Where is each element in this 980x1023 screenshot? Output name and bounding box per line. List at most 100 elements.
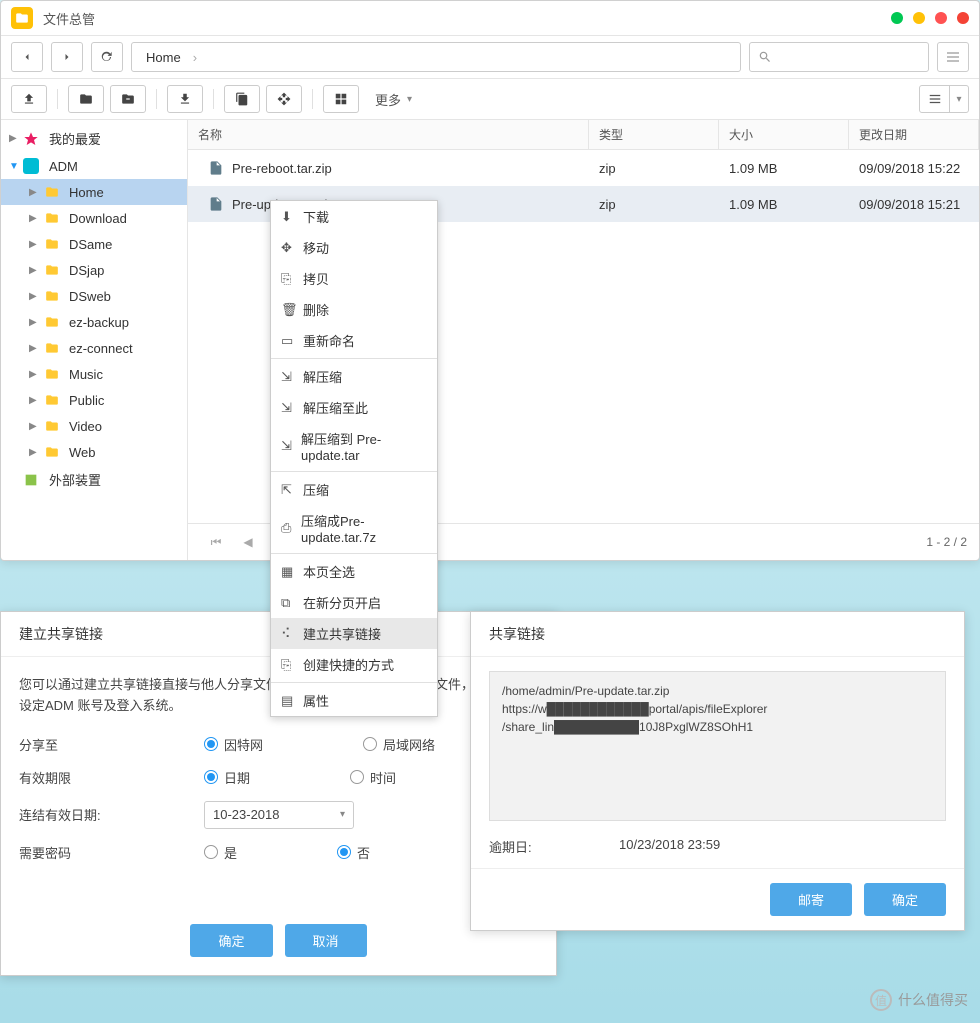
sidebar-item-web[interactable]: ▶Web: [1, 439, 187, 465]
separator: [213, 89, 214, 109]
chevron-down-icon[interactable]: ▾: [950, 94, 968, 105]
list-view-icon[interactable]: [920, 85, 950, 113]
date-select[interactable]: 10-23-2018 ▾: [204, 801, 354, 829]
col-name[interactable]: 名称: [188, 120, 589, 149]
col-type[interactable]: 类型: [589, 120, 719, 149]
watermark-icon: 值: [870, 989, 892, 1011]
sidebar-item-dsweb[interactable]: ▶DSweb: [1, 283, 187, 309]
separator: [271, 553, 437, 554]
minimize-dot[interactable]: [891, 12, 903, 24]
properties-icon: ▤: [281, 693, 303, 709]
compress-icon: ⎙: [281, 520, 301, 536]
more-button[interactable]: 更多 ▾: [365, 85, 422, 113]
sidebar-adm[interactable]: ▼ ADM: [1, 153, 187, 179]
menu-rename[interactable]: ▭重新命名: [271, 325, 437, 356]
collapse-arrow[interactable]: ▼: [9, 161, 19, 172]
prev-page-button[interactable]: ◀: [236, 530, 260, 554]
trash-icon: 🗑: [281, 302, 303, 318]
select-all-icon: ▦: [281, 564, 303, 580]
menu-copy[interactable]: ⎘拷贝: [271, 263, 437, 294]
sidebar-item-ezconnect[interactable]: ▶ez-connect: [1, 335, 187, 361]
sidebar-item-home[interactable]: ▶ Home: [1, 179, 187, 205]
download-icon: ⬇: [281, 209, 303, 225]
rename-icon: ▭: [281, 333, 303, 349]
sidebar-external[interactable]: 外部装置: [1, 465, 187, 494]
col-size[interactable]: 大小: [719, 120, 849, 149]
radio-yes[interactable]: 是: [204, 843, 237, 862]
extract-icon: ⇲: [281, 438, 301, 454]
copy-icon: ⎘: [281, 271, 303, 287]
menu-compress-to[interactable]: ⎙压缩成Pre-update.tar.7z: [271, 505, 437, 551]
compress-icon: ⇱: [281, 482, 303, 498]
delete-folder-button[interactable]: [110, 85, 146, 113]
col-date[interactable]: 更改日期: [849, 120, 979, 149]
upload-button[interactable]: [11, 85, 47, 113]
extract-icon: ⇲: [281, 369, 303, 385]
breadcrumb-item[interactable]: Home: [140, 50, 187, 65]
new-folder-button[interactable]: [68, 85, 104, 113]
separator: [271, 682, 437, 683]
expand-arrow[interactable]: ▶: [9, 133, 19, 144]
ok-button[interactable]: 确定: [190, 924, 272, 957]
download-button[interactable]: [167, 85, 203, 113]
sidebar-item-music[interactable]: ▶Music: [1, 361, 187, 387]
view-mode-select[interactable]: ▾: [919, 85, 969, 113]
maximize-dot[interactable]: [913, 12, 925, 24]
menu-delete[interactable]: 🗑删除: [271, 294, 437, 325]
copy-button[interactable]: [224, 85, 260, 113]
menu-extract-here[interactable]: ⇲解压缩至此: [271, 392, 437, 423]
watermark: 值 什么值得买: [870, 989, 968, 1011]
menu-extract-to[interactable]: ⇲解压缩到 Pre-update.tar: [271, 423, 437, 469]
sidebar-favorites[interactable]: ▶ 我的最爱: [1, 124, 187, 153]
sidebar-item-public[interactable]: ▶Public: [1, 387, 187, 413]
separator: [312, 89, 313, 109]
radio-time[interactable]: 时间: [350, 768, 396, 787]
ok-button[interactable]: 确定: [864, 883, 946, 916]
title-bar: 文件总管: [1, 1, 979, 36]
separator: [271, 358, 437, 359]
menu-move[interactable]: ✥移动: [271, 232, 437, 263]
forward-button[interactable]: [51, 42, 83, 72]
file-header: 名称 类型 大小 更改日期: [188, 120, 979, 150]
settings-button[interactable]: [937, 42, 969, 72]
sidebar-item-download[interactable]: ▶Download: [1, 205, 187, 231]
link-textarea[interactable]: /home/admin/Pre-update.tar.zip https://w…: [489, 671, 946, 821]
menu-properties[interactable]: ▤属性: [271, 685, 437, 716]
file-manager-window: 文件总管 Home ›: [0, 0, 980, 561]
menu-compress[interactable]: ⇱压缩: [271, 474, 437, 505]
search-input[interactable]: [749, 42, 929, 72]
select-all-button[interactable]: [323, 85, 359, 113]
expire-value: 10/23/2018 23:59: [619, 837, 720, 856]
menu-extract[interactable]: ⇲解压缩: [271, 361, 437, 392]
menu-new-tab[interactable]: ⧉在新分页开启: [271, 587, 437, 618]
radio-lan[interactable]: 局域网络: [363, 735, 435, 754]
mail-button[interactable]: 邮寄: [770, 883, 852, 916]
context-menu: ⬇下载 ✥移动 ⎘拷贝 🗑删除 ▭重新命名 ⇲解压缩 ⇲解压缩至此 ⇲解压缩到 …: [270, 200, 438, 717]
sidebar-item-dsjap[interactable]: ▶DSjap: [1, 257, 187, 283]
breadcrumb[interactable]: Home ›: [131, 42, 741, 72]
radio-no[interactable]: 否: [337, 843, 370, 862]
sidebar-item-dsame[interactable]: ▶DSame: [1, 231, 187, 257]
menu-shortcut[interactable]: ⎘创建快捷的方式: [271, 649, 437, 680]
label-password: 需要密码: [19, 843, 204, 862]
radio-date[interactable]: 日期: [204, 768, 250, 787]
radio-internet[interactable]: 因特网: [204, 735, 263, 754]
menu-share-link[interactable]: ⠪建立共享链接: [271, 618, 437, 649]
move-button[interactable]: [266, 85, 302, 113]
expire-label: 逾期日:: [489, 837, 619, 856]
extract-icon: ⇲: [281, 400, 303, 416]
separator: [156, 89, 157, 109]
back-button[interactable]: [11, 42, 43, 72]
sidebar-item-video[interactable]: ▶Video: [1, 413, 187, 439]
refresh-button[interactable]: [91, 42, 123, 72]
share-icon: ⠪: [281, 626, 303, 642]
restore-dot[interactable]: [935, 12, 947, 24]
menu-download[interactable]: ⬇下载: [271, 201, 437, 232]
close-dot[interactable]: [957, 12, 969, 24]
file-row[interactable]: Pre-reboot.tar.zip zip 1.09 MB 09/09/201…: [188, 150, 979, 186]
first-page-button[interactable]: ⏮: [204, 530, 228, 554]
menu-select-all[interactable]: ▦本页全选: [271, 556, 437, 587]
cancel-button[interactable]: 取消: [285, 924, 367, 957]
sidebar-item-ezbackup[interactable]: ▶ez-backup: [1, 309, 187, 335]
share-link-result-dialog: 共享链接 /home/admin/Pre-update.tar.zip http…: [470, 611, 965, 931]
